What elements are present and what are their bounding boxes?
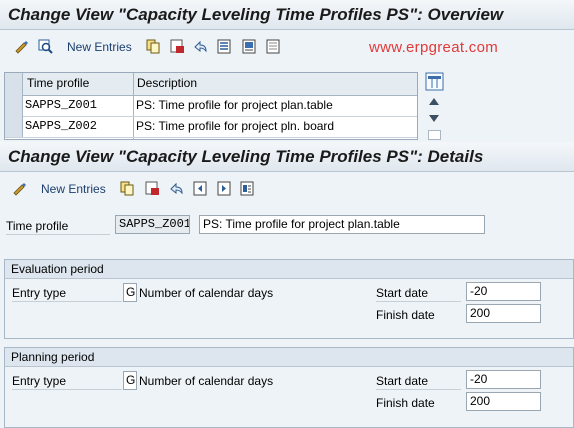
entry-type-field[interactable]: G bbox=[123, 371, 137, 390]
previous-entry-icon[interactable] bbox=[193, 181, 208, 196]
entry-type-label: Entry type bbox=[12, 286, 67, 300]
column-settings-icon[interactable] bbox=[425, 72, 444, 91]
evaluation-period-header: Evaluation period bbox=[5, 260, 573, 279]
evaluation-period-group: Evaluation period Entry type G Number of… bbox=[4, 259, 574, 339]
entry-type-text: Number of calendar days bbox=[139, 374, 274, 388]
entry-type-text: Number of calendar days bbox=[139, 286, 274, 300]
label-underline bbox=[12, 301, 122, 302]
select-all-icon[interactable] bbox=[217, 39, 232, 54]
start-date-label: Start date bbox=[376, 374, 429, 388]
finish-date-label: Finish date bbox=[376, 308, 435, 322]
table-cell-description: PS: Time profile for project pln. board bbox=[136, 119, 335, 133]
label-underline bbox=[12, 389, 122, 390]
column-header-time-profile[interactable]: Time profile bbox=[27, 73, 89, 94]
select-all-column[interactable] bbox=[5, 73, 23, 95]
new-entries-button[interactable]: New Entries bbox=[41, 182, 106, 196]
select-block-icon[interactable] bbox=[242, 39, 257, 54]
delete-icon[interactable] bbox=[145, 181, 160, 196]
planning-period-header: Planning period bbox=[5, 348, 573, 367]
delete-icon[interactable] bbox=[170, 39, 185, 54]
change-display-icon[interactable] bbox=[14, 39, 29, 54]
display-details-icon[interactable] bbox=[38, 39, 53, 54]
change-display-icon[interactable] bbox=[12, 181, 27, 196]
table-cell-profile: SAPPS_Z002 bbox=[25, 119, 98, 133]
scroll-up-icon[interactable] bbox=[429, 97, 439, 105]
label-underline bbox=[6, 234, 110, 235]
undo-icon[interactable] bbox=[193, 39, 208, 54]
time-profile-description-field[interactable]: PS: Time profile for project plan.table bbox=[199, 215, 485, 234]
start-date-label: Start date bbox=[376, 286, 429, 300]
entry-type-field[interactable]: G bbox=[123, 283, 137, 302]
table-header: Time profile Description bbox=[5, 73, 417, 96]
start-date-field[interactable]: -20 bbox=[466, 282, 541, 301]
scroll-thumb[interactable] bbox=[428, 130, 441, 140]
time-profiles-table: Time profile Description SAPPS_Z001 PS: … bbox=[4, 72, 418, 140]
entry-type-label: Entry type bbox=[12, 374, 67, 388]
table-row[interactable]: SAPPS_Z001 PS: Time profile for project … bbox=[5, 95, 417, 117]
copy-icon[interactable] bbox=[146, 39, 161, 54]
table-scrollbar[interactable] bbox=[423, 72, 445, 140]
label-underline bbox=[376, 389, 461, 390]
new-entries-button[interactable]: New Entries bbox=[67, 40, 132, 54]
deselect-all-icon[interactable] bbox=[266, 39, 281, 54]
undo-icon[interactable] bbox=[169, 181, 184, 196]
column-header-description[interactable]: Description bbox=[137, 73, 197, 94]
details-toolbar: New Entries bbox=[0, 176, 574, 202]
planning-period-group: Planning period Entry type G Number of c… bbox=[4, 347, 574, 428]
other-entry-icon[interactable] bbox=[240, 181, 255, 196]
row-selector[interactable] bbox=[5, 95, 23, 116]
finish-date-label: Finish date bbox=[376, 396, 435, 410]
table-cell-description: PS: Time profile for project plan.table bbox=[136, 98, 333, 112]
overview-title: Change View "Capacity Leveling Time Prof… bbox=[0, 0, 574, 30]
row-selector[interactable] bbox=[5, 116, 23, 137]
next-entry-icon[interactable] bbox=[217, 181, 232, 196]
scroll-down-icon[interactable] bbox=[429, 115, 439, 123]
time-profile-field: SAPPS_Z001 bbox=[115, 215, 190, 234]
label-underline bbox=[376, 301, 461, 302]
finish-date-field[interactable]: 200 bbox=[466, 392, 541, 411]
time-profile-label: Time profile bbox=[6, 219, 69, 233]
finish-date-field[interactable]: 200 bbox=[466, 304, 541, 323]
table-cell-profile: SAPPS_Z001 bbox=[25, 98, 98, 112]
copy-icon[interactable] bbox=[120, 181, 135, 196]
watermark: www.erpgreat.com bbox=[369, 39, 499, 56]
start-date-field[interactable]: -20 bbox=[466, 370, 541, 389]
details-title: Change View "Capacity Leveling Time Prof… bbox=[0, 142, 574, 172]
table-row[interactable]: SAPPS_Z002 PS: Time profile for project … bbox=[5, 116, 417, 138]
